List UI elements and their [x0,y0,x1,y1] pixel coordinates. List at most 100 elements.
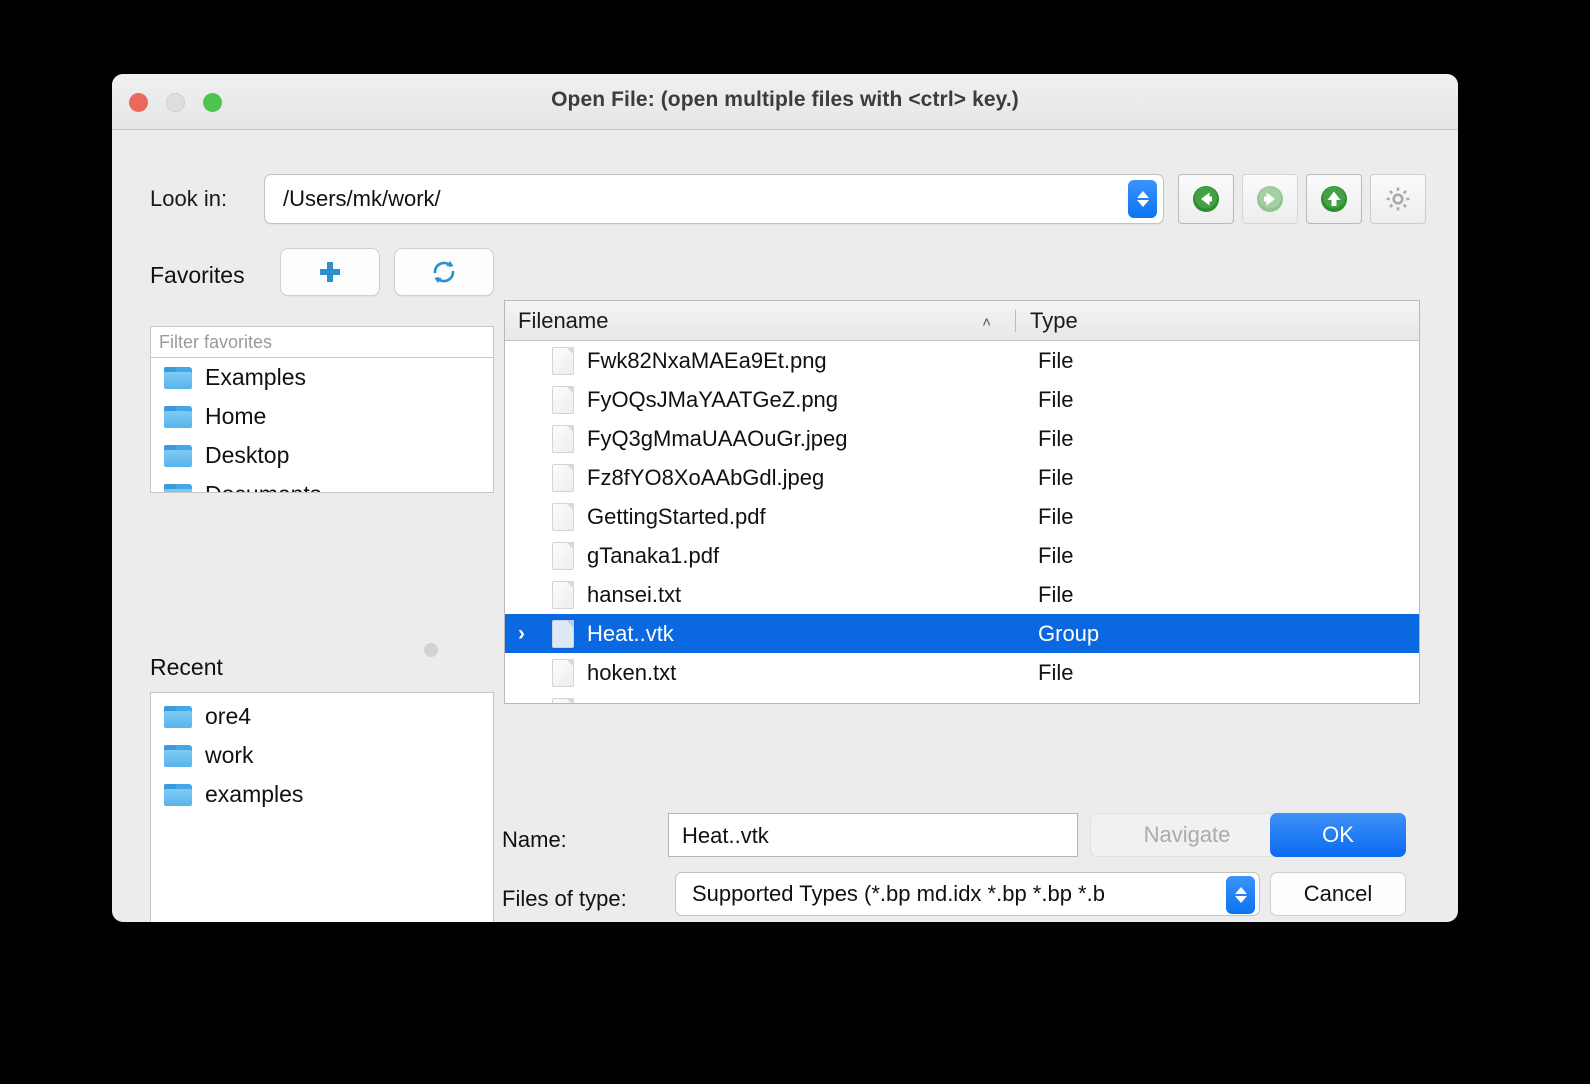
folder-icon [164,444,192,467]
column-header-filename[interactable]: Filename ˄ [505,308,1015,334]
row-name-cell: Heat..vtk [552,619,1028,648]
files-of-type-stepper-icon[interactable] [1226,876,1255,914]
files-of-type-value: Supported Types (*.bp md.idx *.bp *.bp *… [692,881,1105,906]
row-type: File [1038,425,1074,451]
list-item-label: work [205,742,254,768]
name-input-value: Heat..vtk [682,823,769,848]
folder-icon [164,783,192,806]
row-filename: FyOQsJMaYAATGeZ.png [587,386,839,412]
list-item[interactable]: Desktop [151,436,493,475]
path-combobox[interactable]: /Users/mk/work/ [264,174,1164,224]
table-row[interactable]: Fwk82NxaMAEa9Et.png File [505,341,1419,380]
list-item[interactable]: Documents [151,475,493,492]
sort-ascending-icon: ˄ [982,313,991,331]
table-row-selected[interactable]: › Heat..vtk Group [505,614,1419,653]
list-item-label: Documents [205,481,321,492]
file-icon [552,385,574,414]
row-type: File [1038,464,1074,490]
row-type: File [1038,581,1074,607]
table-header: Filename ˄ Type [505,301,1419,341]
file-icon [552,463,574,492]
add-favorite-button[interactable] [280,248,380,296]
forward-icon [1257,186,1283,212]
refresh-favorites-button[interactable] [394,248,494,296]
recent-list[interactable]: ore4 work examples [150,692,494,922]
table-row[interactable]: GettingStarted.pdf File [505,497,1419,536]
navigate-button[interactable]: Navigate [1090,813,1284,857]
row-name-cell: GettingStarted.pdf [552,502,1028,531]
row-filename: GettingStarted.pdf [587,503,766,529]
name-input[interactable]: Heat..vtk [668,813,1078,857]
name-label: Name: [502,827,567,852]
list-item-label: examples [205,781,304,807]
row-filename: Fwk82NxaMAEa9Et.png [587,347,827,373]
row-name-cell: hansei.txt [552,580,1028,609]
row-expand-chevron-icon[interactable]: › [518,622,552,646]
back-button[interactable] [1178,174,1234,224]
folder-icon [164,744,192,767]
look-in-row: Look in: /Users/mk/work/ [112,174,1458,226]
column-header-type-label: Type [1030,307,1078,333]
row-filename: gTanaka1.pdf [587,542,720,568]
row-type: File [1038,347,1074,373]
row-name-cell: horichi.aux [552,697,1028,703]
row-filename: Heat..vtk [587,620,674,646]
row-filename: Fz8fYO8XoAAbGdl.jpeg [587,464,825,490]
list-item[interactable]: work [151,736,493,775]
path-stepper-icon[interactable] [1128,180,1157,218]
table-row[interactable]: FyOQsJMaYAATGeZ.png File [505,380,1419,419]
list-item[interactable]: examples [151,775,493,814]
favorites-filter-placeholder: Filter favorites [159,332,273,352]
cancel-button[interactable]: Cancel [1270,872,1406,916]
favorites-filter-input[interactable]: Filter favorites [150,326,494,358]
file-icon [552,697,574,703]
list-item-label: Examples [205,364,306,390]
file-list-panel[interactable]: Filename ˄ Type Fwk82NxaMAEa9Et.png File [504,300,1420,704]
favorites-list[interactable]: Examples Home Desktop Documents Download… [150,358,494,493]
folder-icon [164,366,192,389]
row-name-cell: FyOQsJMaYAATGeZ.png [552,385,1028,414]
folder-icon [164,705,192,728]
forward-button[interactable] [1242,174,1298,224]
favorites-title: Favorites [150,262,245,288]
table-row[interactable]: Fz8fYO8XoAAbGdl.jpeg File [505,458,1419,497]
row-name-cell: gTanaka1.pdf [552,541,1028,570]
panel-splitter-handle[interactable] [424,643,438,657]
column-header-type[interactable]: Type [1016,308,1078,334]
files-of-type-combobox[interactable]: Supported Types (*.bp md.idx *.bp *.bp *… [675,872,1260,916]
table-row[interactable]: horichi.aux File [505,692,1419,704]
row-name-cell: Fwk82NxaMAEa9Et.png [552,346,1028,375]
path-value: /Users/mk/work/ [283,186,441,211]
settings-button[interactable] [1370,174,1426,224]
back-icon [1193,186,1219,212]
row-type: File [1028,699,1073,704]
table-row[interactable]: FyQ3gMmaUAAOuGr.jpeg File [505,419,1419,458]
file-icon [552,619,574,648]
gear-icon [1386,187,1410,211]
row-type: Group [1038,620,1100,646]
title-bar: Open File: (open multiple files with <ct… [112,74,1458,130]
refresh-icon [433,261,455,283]
ok-button[interactable]: OK [1270,813,1406,857]
up-button[interactable] [1306,174,1362,224]
list-item-label: Home [205,403,267,429]
list-item[interactable]: Home [151,397,493,436]
file-icon [552,580,574,609]
column-header-filename-label: Filename [518,307,609,333]
look-in-label: Look in: [150,186,228,211]
list-item[interactable]: Examples [151,358,493,397]
row-name-cell: FyQ3gMmaUAAOuGr.jpeg [552,424,1028,453]
table-row[interactable]: gTanaka1.pdf File [505,536,1419,575]
list-item-label: Desktop [205,442,290,468]
file-icon [552,658,574,687]
list-item[interactable]: ore4 [151,697,493,736]
file-icon [552,346,574,375]
recent-title: Recent [150,654,223,680]
table-row[interactable]: hansei.txt File [505,575,1419,614]
row-filename: hansei.txt [587,581,682,607]
file-icon [552,541,574,570]
window-title: Open File: (open multiple files with <ct… [551,88,1019,111]
table-row[interactable]: hoken.txt File [505,653,1419,692]
row-filename: FyQ3gMmaUAAOuGr.jpeg [587,425,848,451]
row-type: File [1038,386,1074,412]
